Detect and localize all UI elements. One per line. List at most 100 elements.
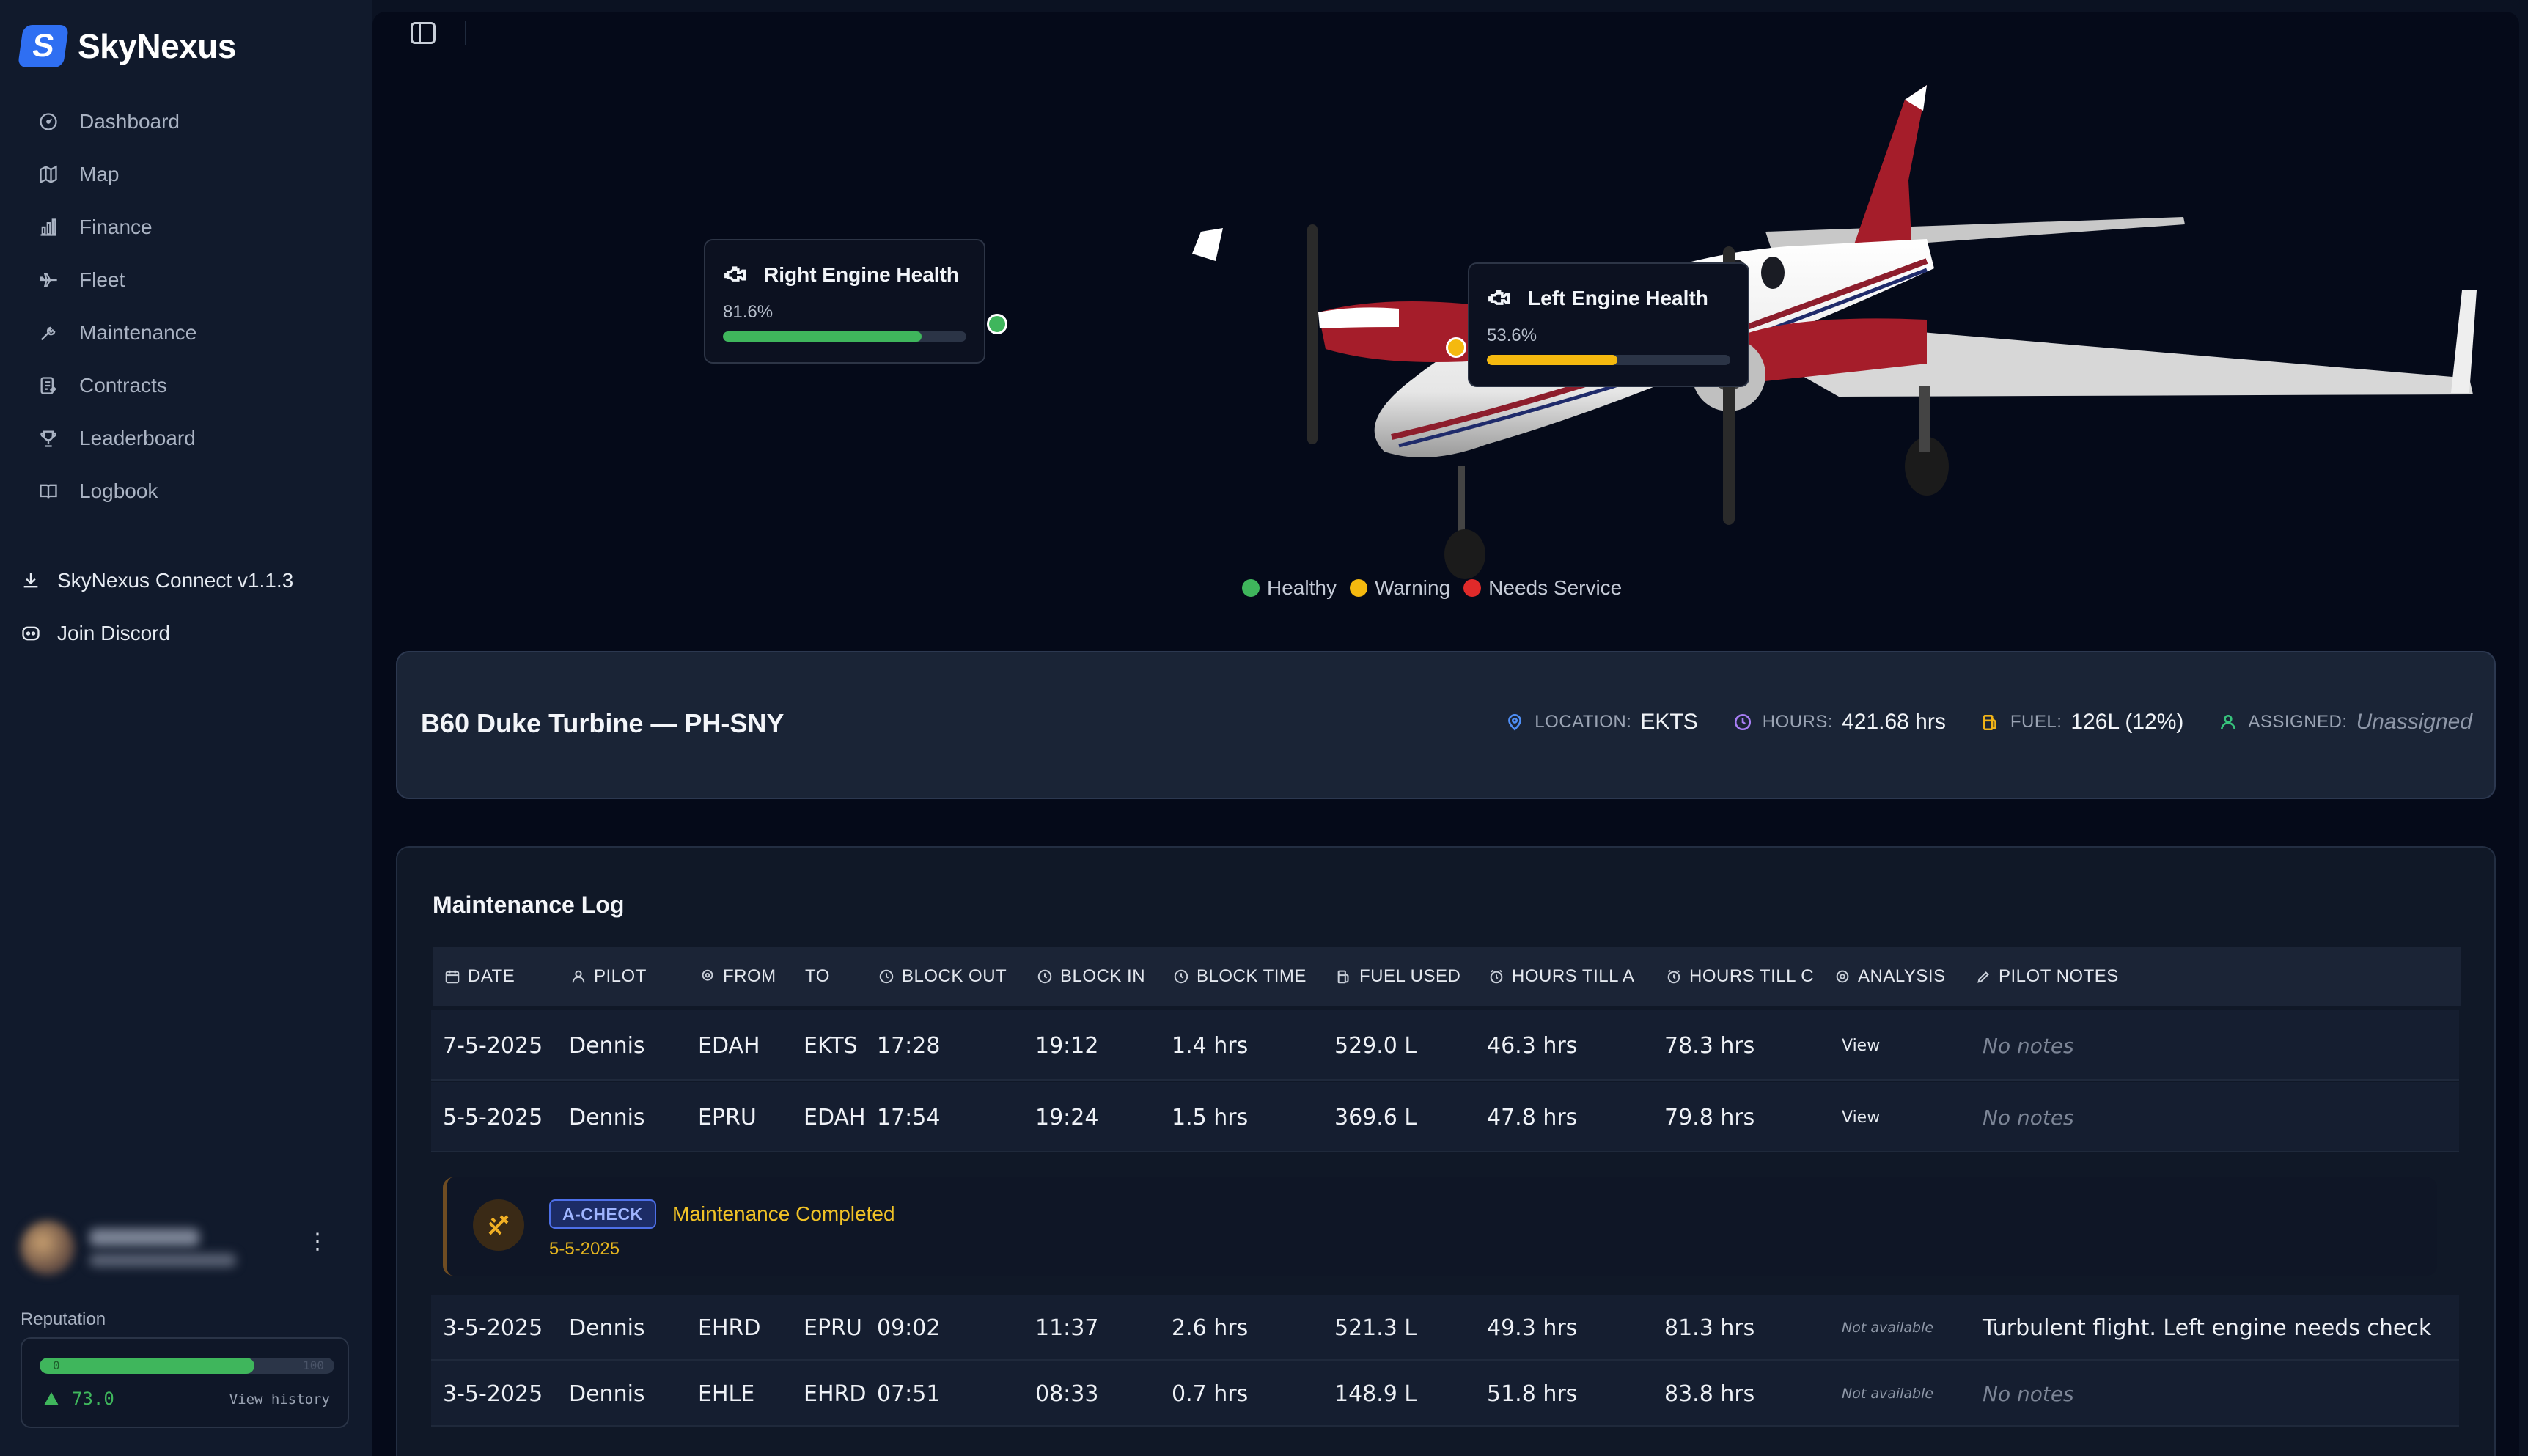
col-label: BLOCK TIME — [1197, 966, 1307, 986]
view-history-link[interactable]: View history — [229, 1391, 330, 1408]
cell-date: 3-5-2025 — [443, 1315, 543, 1341]
location-pin-icon — [1508, 714, 1522, 731]
col-pilot-notes[interactable]: PILOT NOTES — [1975, 947, 2119, 1006]
cell-pilot: Dennis — [569, 1380, 645, 1407]
main-nav: Dashboard Map Finance Fleet Maintenance … — [22, 95, 352, 518]
stat-value: 126L (12%) — [2070, 710, 2184, 734]
col-to[interactable]: TO — [805, 947, 830, 1006]
cell-pilot: Dennis — [569, 1032, 645, 1059]
alarm-clock-icon — [1667, 969, 1680, 984]
cell-out: 09:02 — [877, 1315, 941, 1341]
sidebar-item-fleet[interactable]: Fleet — [22, 254, 352, 306]
col-hours-till-c[interactable]: HOURS TILL C — [1666, 947, 1814, 1006]
sidebar-item-label: Maintenance — [79, 321, 197, 344]
cell-till-c: 81.3 hrs — [1664, 1315, 1755, 1341]
col-from[interactable]: FROM — [699, 947, 776, 1006]
cell-till-c: 79.8 hrs — [1664, 1104, 1755, 1130]
sidebar-item-contracts[interactable]: Contracts — [22, 359, 352, 412]
left-engine-health-card[interactable]: Left Engine Health 53.6% — [1468, 262, 1749, 387]
sidebar-item-label: Fleet — [79, 268, 125, 291]
reputation-number: 73.0 — [72, 1389, 114, 1409]
discord-label: Join Discord — [57, 622, 171, 644]
logo-mark: S — [17, 25, 70, 67]
reputation-min: 0 — [53, 1358, 60, 1372]
sidebar-item-maintenance[interactable]: Maintenance — [22, 306, 352, 359]
table-row[interactable]: 5-5-2025 Dennis EPRU EDAH 17:54 19:24 1.5 hrs 3… — [431, 1082, 2459, 1152]
trend-up-icon — [44, 1392, 59, 1405]
maintenance-event-title: Maintenance Completed — [672, 1202, 895, 1225]
stat-value: 421.68 hrs — [1842, 710, 1946, 734]
col-label: HOURS TILL C — [1689, 966, 1815, 986]
external-links: SkyNexus Connect v1.1.3 Join Discord — [19, 554, 356, 660]
app-logo[interactable]: S SkyNexus — [17, 25, 236, 67]
right-engine-health-card[interactable]: Right Engine Health 81.6% — [704, 239, 985, 364]
avatar — [21, 1221, 75, 1275]
cell-from: EPRU — [698, 1104, 757, 1130]
reputation-max: 100 — [303, 1358, 324, 1372]
fuel-icon — [1983, 715, 1996, 731]
cell-till-c: 78.3 hrs — [1664, 1032, 1755, 1059]
cell-notes: Turbulent flight. Left engine needs chec… — [1983, 1315, 2432, 1341]
sidebar-item-label: Logbook — [79, 479, 158, 502]
sidebar-item-map[interactable]: Map — [22, 148, 352, 201]
aircraft-stats: LOCATION: EKTS HOURS: 421.68 hrs FUEL: 1… — [1470, 710, 2472, 735]
right-engine-percent: 81.6% — [723, 302, 774, 322]
wrench-icon — [40, 326, 56, 341]
a-check-badge: A-CHECK — [549, 1199, 656, 1229]
left-engine-bar — [1487, 355, 1730, 365]
cell-to: EKTS — [804, 1032, 858, 1059]
col-pilot[interactable]: PILOT — [570, 947, 647, 1006]
left-engine-percent: 53.6% — [1487, 326, 1537, 345]
col-label: BLOCK OUT — [902, 966, 1007, 986]
fuel-icon — [1337, 970, 1349, 984]
cell-till-a: 51.8 hrs — [1487, 1380, 1578, 1407]
sidebar-item-label: Contracts — [79, 374, 167, 397]
reputation-label: Reputation — [21, 1309, 106, 1329]
engine-icon — [724, 266, 746, 282]
stat-location: LOCATION: EKTS — [1505, 710, 1698, 735]
left-engine-marker[interactable] — [1446, 337, 1466, 358]
right-engine-marker[interactable] — [987, 314, 1007, 334]
cell-date: 3-5-2025 — [443, 1380, 543, 1407]
sidebar-item-label: Map — [79, 163, 120, 185]
table-row[interactable]: 7-5-2025 Dennis EDAH EKTS 17:28 19:12 1.4 hrs 5… — [431, 1010, 2459, 1081]
col-analysis[interactable]: ANALYSIS — [1834, 947, 1946, 1006]
col-label: HOURS TILL A — [1512, 966, 1635, 986]
calendar-icon — [445, 970, 460, 984]
sidebar-item-label: Finance — [79, 216, 153, 238]
cell-time: 0.7 hrs — [1172, 1380, 1249, 1407]
col-hours-till-a[interactable]: HOURS TILL A — [1488, 947, 1634, 1006]
stat-fuel: FUEL: 126L (12%) — [1981, 710, 2184, 735]
cell-notes: No notes — [1983, 1381, 2074, 1406]
sidebar-item-leaderboard[interactable]: Leaderboard — [22, 412, 352, 465]
col-block-time[interactable]: BLOCK TIME — [1173, 947, 1307, 1006]
discord-link[interactable]: Join Discord — [19, 607, 356, 660]
sidebar-item-finance[interactable]: Finance — [22, 201, 352, 254]
cell-from: EHLE — [698, 1380, 755, 1407]
col-date[interactable]: DATE — [444, 947, 515, 1006]
col-fuel-used[interactable]: FUEL USED — [1336, 947, 1460, 1006]
col-label: PILOT — [594, 966, 647, 986]
reputation-bar-fill — [40, 1358, 255, 1374]
col-block-in[interactable]: BLOCK IN — [1037, 947, 1145, 1006]
more-options-icon[interactable]: ⋮ — [306, 1231, 328, 1253]
table-row[interactable]: 3-5-2025 Dennis EHLE EHRD 07:51 08:33 0.7 hrs 1… — [431, 1361, 2459, 1427]
trophy-icon — [40, 430, 56, 447]
cell-date: 5-5-2025 — [443, 1104, 543, 1130]
dashboard-icon — [40, 113, 57, 130]
table-row[interactable]: 3-5-2025 Dennis EHRD EPRU 09:02 11:37 2.6 hrs 5… — [431, 1295, 2459, 1361]
sidebar-item-dashboard[interactable]: Dashboard — [22, 95, 352, 148]
col-label: PILOT NOTES — [1999, 966, 2119, 986]
view-analysis-button[interactable]: View — [1842, 1082, 1880, 1152]
sidebar-item-logbook[interactable]: Logbook — [22, 465, 352, 518]
notes-icon — [1977, 971, 1989, 983]
view-analysis-button[interactable]: View — [1842, 1010, 1880, 1081]
col-block-out[interactable]: BLOCK OUT — [878, 947, 1007, 1006]
stat-label: HOURS: — [1762, 712, 1834, 732]
connect-download-link[interactable]: SkyNexus Connect v1.1.3 — [19, 554, 356, 607]
cell-till-a: 49.3 hrs — [1487, 1315, 1578, 1341]
contracts-icon — [40, 377, 56, 394]
sidebar-toggle-button[interactable] — [411, 22, 436, 44]
user-profile[interactable]: ⋮ — [21, 1217, 343, 1279]
col-label: TO — [805, 966, 830, 986]
